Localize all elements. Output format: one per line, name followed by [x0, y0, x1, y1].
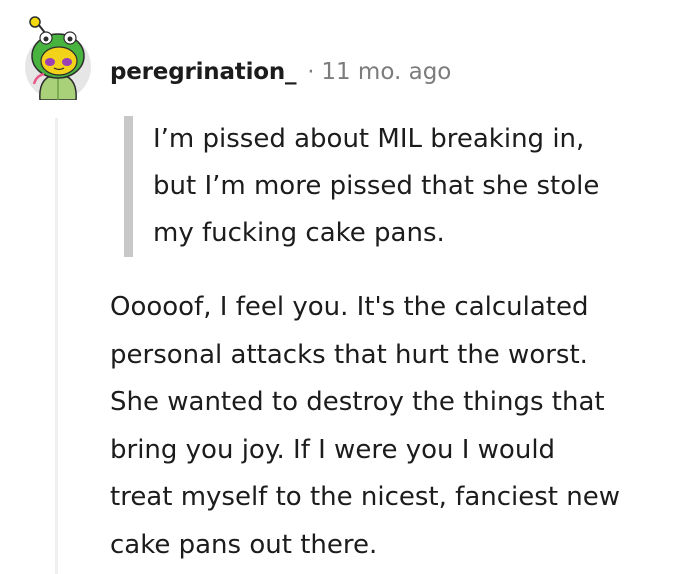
body-line: She wanted to destroy the things that [110, 387, 605, 417]
quote-line: but I’m more pissed that she stole [153, 171, 600, 201]
meta-separator: · [307, 59, 315, 85]
body-line: treat myself to the nicest, fanciest new [110, 482, 620, 512]
thread-collapse-line[interactable] [55, 118, 58, 574]
body-line: Ooooof, I feel you. It's the calculated [110, 292, 589, 322]
body-line: bring you joy. If I were you I would [110, 434, 556, 465]
comment-body: Ooooof, I feel you. It's the calculated … [110, 284, 690, 569]
quoted-text: I’m pissed about MIL breaking in, but I’… [124, 116, 700, 257]
username-link[interactable]: peregrination_ [110, 59, 297, 85]
quote-line: I’m pissed about MIL breaking in, [153, 124, 585, 154]
body-line: personal attacks that hurt the worst. [110, 339, 588, 370]
snoo-avatar-icon[interactable] [24, 14, 92, 101]
quote-line: my fucking cake pans. [153, 218, 445, 248]
timestamp-link[interactable]: 11 mo. ago [321, 59, 451, 85]
comment-card: peregrination_ · 11 mo. ago I’m pissed a… [0, 0, 700, 574]
body-line: cake pans out there. [110, 529, 378, 560]
comment-header: peregrination_ · 11 mo. ago [110, 56, 451, 88]
